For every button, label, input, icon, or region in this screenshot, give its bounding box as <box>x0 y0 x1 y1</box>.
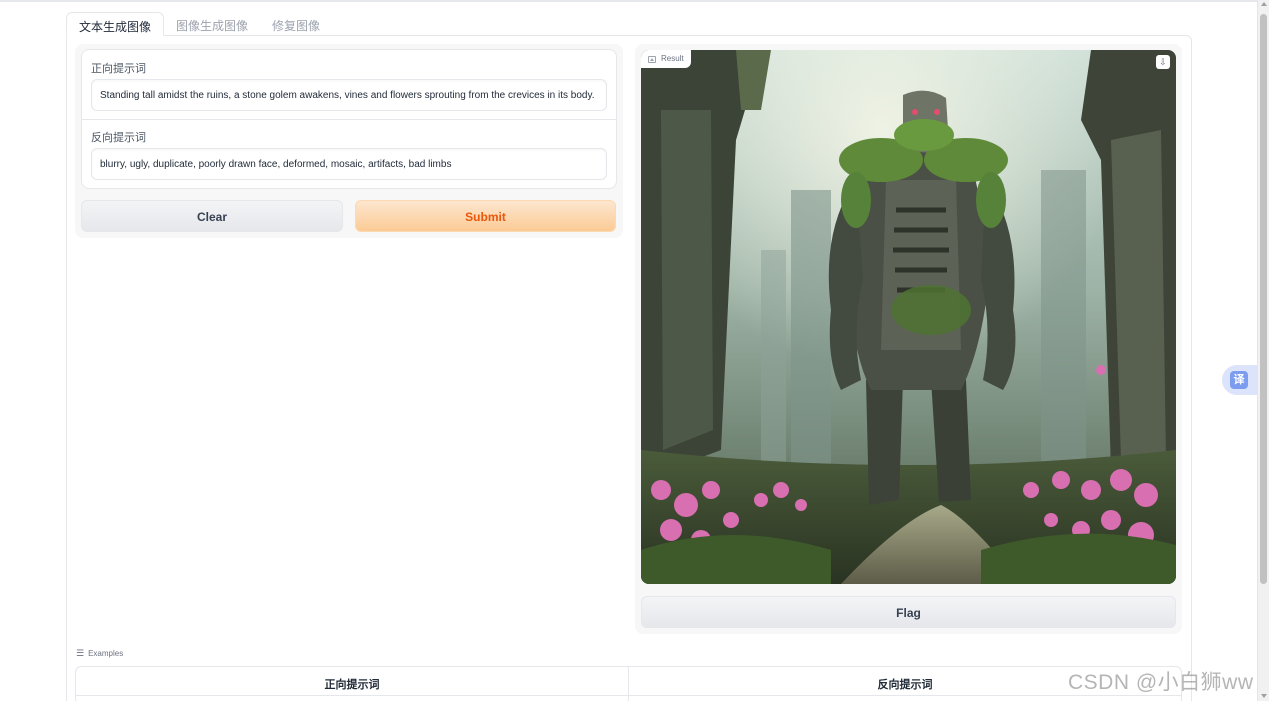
image-icon <box>648 55 656 63</box>
examples-table: 正向提示词 反向提示词 <box>75 666 1182 701</box>
field-divider <box>82 119 616 120</box>
result-label-badge: Result <box>641 50 691 68</box>
download-icon[interactable]: ⇩ <box>1156 55 1170 69</box>
scroll-down-icon[interactable] <box>1261 694 1267 698</box>
positive-prompt-label: 正向提示词 <box>91 63 146 75</box>
top-border <box>0 0 1257 2</box>
result-label: Result <box>661 54 684 63</box>
examples-header: ☰ Examples <box>76 648 123 659</box>
negative-prompt-label: 反向提示词 <box>91 132 146 144</box>
tab-bar: 文本生成图像 图像生成图像 修复图像 <box>66 12 332 36</box>
generated-golem-image <box>641 50 1176 584</box>
translate-widget[interactable]: 译 <box>1222 365 1260 395</box>
submit-button[interactable]: Submit <box>355 200 616 232</box>
list-icon: ☰ <box>76 648 85 658</box>
negative-prompt-input[interactable]: blurry, ugly, duplicate, poorly drawn fa… <box>91 148 607 180</box>
tab-image-to-image[interactable]: 图像生成图像 <box>164 12 260 36</box>
translate-icon: 译 <box>1230 371 1248 389</box>
prompt-card: 正向提示词 Standing tall amidst the ruins, a … <box>81 49 617 189</box>
tab-inpaint[interactable]: 修复图像 <box>260 12 332 36</box>
scroll-up-icon[interactable] <box>1261 2 1267 6</box>
positive-prompt-input[interactable]: Standing tall amidst the ruins, a stone … <box>91 79 607 111</box>
page-scrollbar[interactable] <box>1257 0 1269 701</box>
flag-button[interactable]: Flag <box>641 596 1176 628</box>
table-header-divider <box>76 695 1181 696</box>
scroll-thumb[interactable] <box>1260 14 1267 584</box>
watermark: CSDN @小白狮ww <box>1068 671 1254 694</box>
result-image <box>641 50 1176 584</box>
examples-label: Examples <box>88 649 124 658</box>
tab-text-to-image[interactable]: 文本生成图像 <box>66 12 165 36</box>
clear-button[interactable]: Clear <box>81 200 343 232</box>
